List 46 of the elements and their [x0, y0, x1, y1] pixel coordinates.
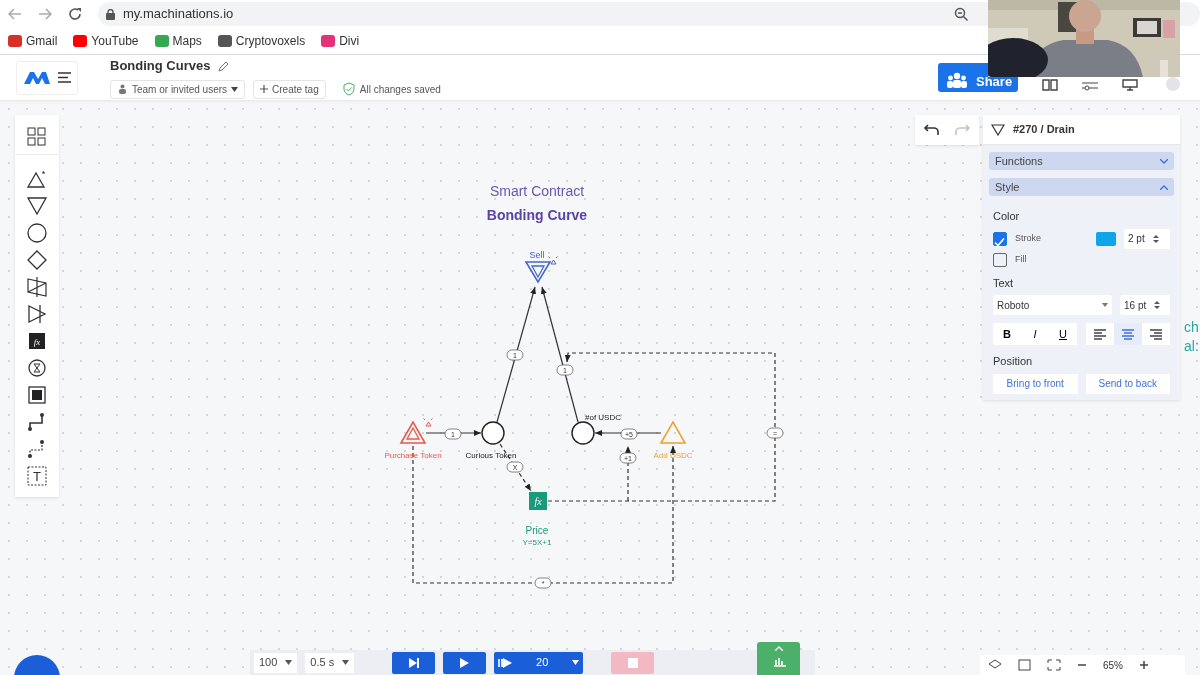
- section-heading: Position: [993, 354, 1034, 369]
- checkbox-label: Stroke: [1015, 231, 1041, 245]
- multi-run-button[interactable]: 20: [494, 651, 584, 674]
- node-label: Add USDC: [653, 451, 693, 460]
- formula-text: Y=5X+1: [522, 538, 552, 547]
- bookmark-link[interactable]: Divi: [339, 32, 360, 50]
- node-label: Curious Token: [465, 451, 517, 460]
- checkbox-label: Fill: [1015, 252, 1027, 266]
- format-button[interactable]: B: [993, 323, 1021, 345]
- register-icon[interactable]: fx: [29, 332, 45, 349]
- text-tool-letter: T: [33, 468, 41, 484]
- steps-dropdown[interactable]: 100: [254, 652, 298, 673]
- zoom-level: 65%: [1103, 658, 1123, 673]
- position-button[interactable]: Bring to front: [993, 373, 1078, 394]
- font-dropdown[interactable]: Roboto: [993, 295, 1112, 315]
- save-status: All changes saved: [359, 82, 441, 97]
- format-button[interactable]: I: [1021, 323, 1049, 345]
- node-label: Sell: [529, 250, 545, 260]
- section-header[interactable]: Functions: [989, 152, 1174, 170]
- bookmark-link[interactable]: Gmail: [26, 32, 58, 50]
- bookmark-link[interactable]: Maps: [172, 32, 202, 50]
- text-tool-icon[interactable]: T: [27, 465, 47, 486]
- node-label: Price: [525, 525, 549, 536]
- bookmark-link[interactable]: YouTube: [91, 32, 139, 50]
- node-label: #of USDC: [585, 413, 621, 422]
- access-dropdown[interactable]: Team or invited users: [110, 79, 246, 99]
- partial-text: al:: [1184, 339, 1199, 353]
- diagram-title: Smart Contract: [489, 183, 585, 199]
- section-heading: Color: [993, 209, 1021, 224]
- section-header[interactable]: Style: [989, 178, 1174, 196]
- section-heading: Text: [993, 275, 1015, 291]
- partial-text: ch: [1184, 320, 1199, 334]
- url-text[interactable]: my.machinations.io: [123, 4, 234, 24]
- document-title: Bonding Curves: [110, 57, 211, 76]
- bookmark-link[interactable]: Cryptovoxels: [235, 32, 306, 50]
- format-button[interactable]: U: [1049, 323, 1077, 345]
- register-symbol: fx: [33, 336, 41, 346]
- interval-dropdown[interactable]: 0.5 s: [305, 652, 355, 673]
- create-tag-button[interactable]: Create tag: [253, 79, 326, 99]
- width-field[interactable]: 2 pt: [1124, 228, 1170, 249]
- node-label: Purchase Token: [384, 451, 442, 460]
- register-node: fx: [529, 492, 547, 510]
- inspector-title: #270 / Drain: [1013, 122, 1075, 138]
- font-size-field[interactable]: 16 pt: [1120, 295, 1170, 315]
- diagram-subtitle: Bonding Curve: [486, 207, 588, 223]
- position-button[interactable]: Send to back: [1085, 373, 1170, 394]
